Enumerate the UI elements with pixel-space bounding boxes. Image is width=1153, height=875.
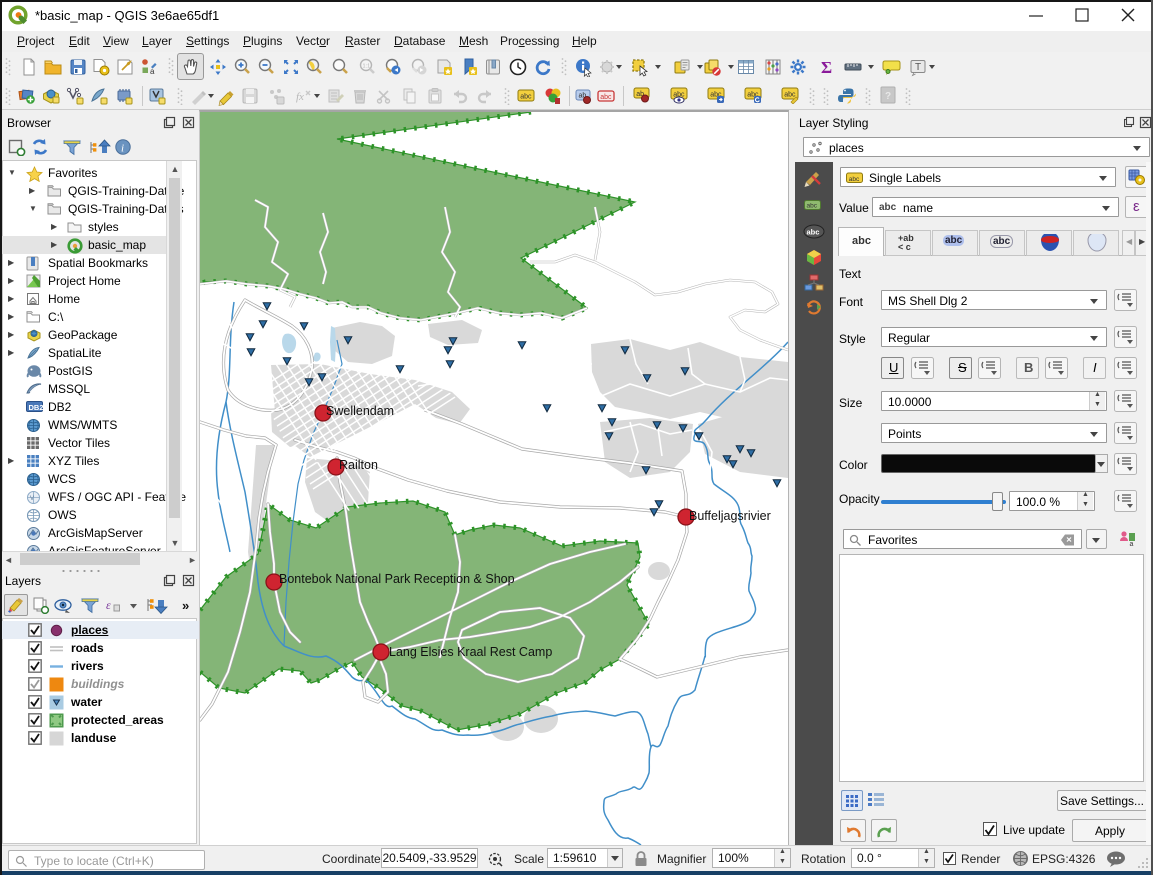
svg-text:V: V (30, 496, 34, 502)
svg-text:abc: abc (807, 228, 820, 237)
svg-text:T: T (915, 62, 921, 73)
svg-text:fx: fx (296, 91, 304, 103)
svg-text:abc: abc (600, 94, 612, 101)
svg-text:i: i (121, 143, 124, 155)
svg-text:a: a (1130, 541, 1134, 547)
svg-text:Σ: Σ (821, 58, 832, 77)
svg-text:Swellendam: Swellendam (326, 404, 394, 418)
svg-text:?: ? (885, 91, 891, 102)
svg-text:Railton: Railton (339, 458, 378, 472)
svg-text:ε: ε (106, 598, 111, 612)
svg-text:abc: abc (784, 92, 796, 99)
svg-text:»: » (182, 598, 189, 613)
svg-text:Lang Elsies Kraal Rest Camp: Lang Elsies Kraal Rest Camp (389, 645, 552, 659)
svg-text:1:1: 1:1 (363, 64, 371, 70)
svg-text:abc: abc (849, 176, 860, 183)
svg-text:DB2: DB2 (29, 403, 44, 412)
svg-text:abc: abc (520, 94, 532, 101)
svg-text:Buffeljagsrivier: Buffeljagsrivier (689, 509, 771, 523)
svg-text:Bontebok National Park Recepti: Bontebok National Park Reception & Shop (279, 572, 515, 586)
svg-text:abc: abc (807, 203, 818, 210)
